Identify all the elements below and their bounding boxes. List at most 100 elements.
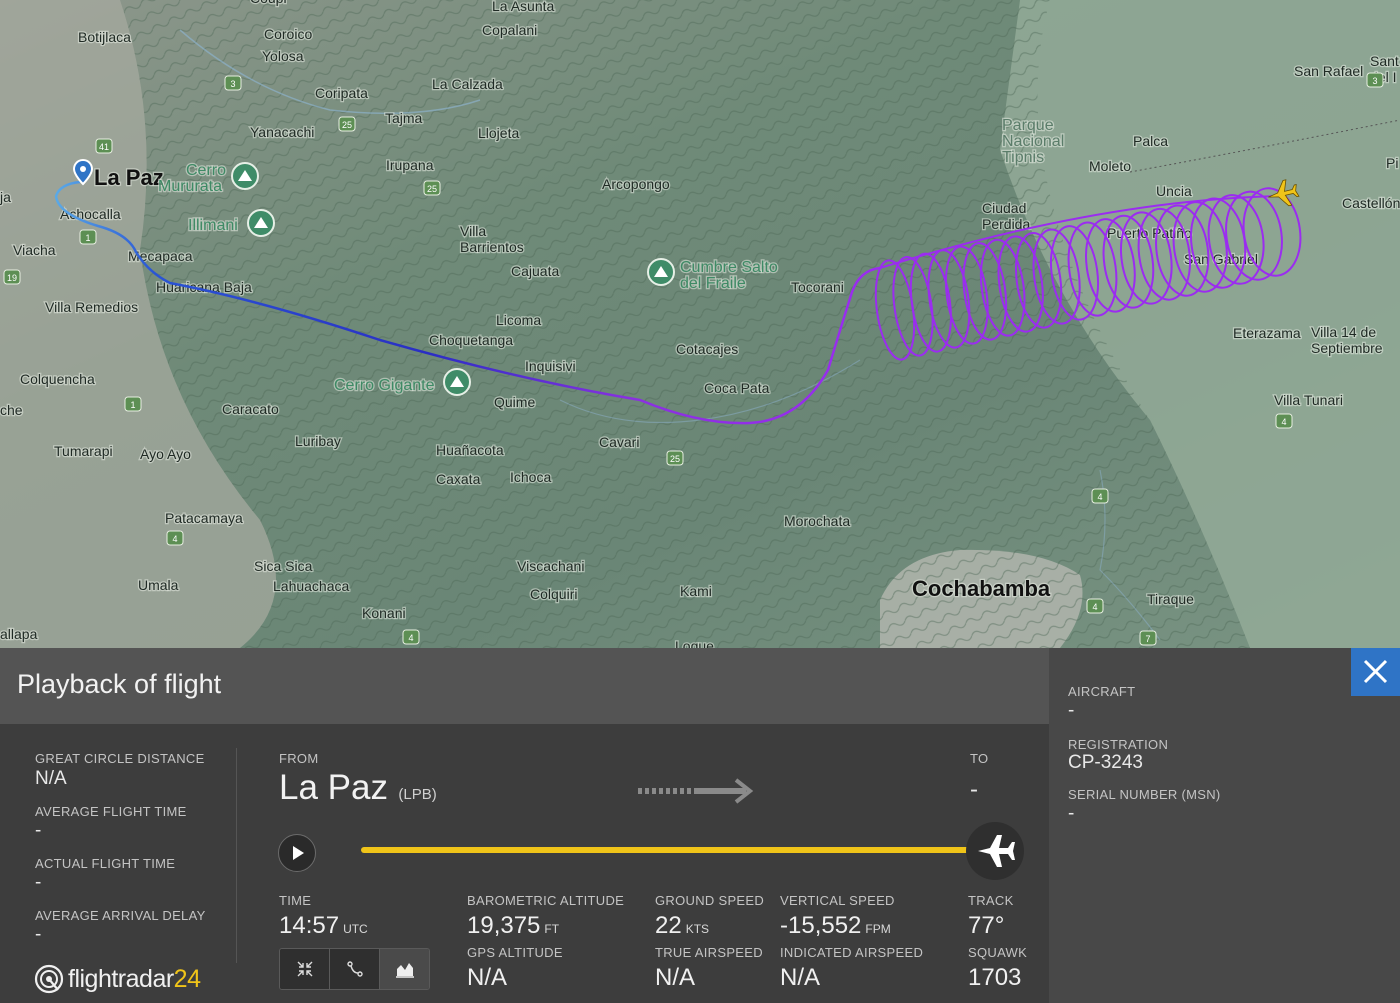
- divider: [236, 748, 237, 963]
- place-label: Tajma: [385, 110, 423, 126]
- altitude-graph-button[interactable]: [380, 949, 429, 989]
- route-view-button[interactable]: [330, 949, 380, 989]
- place-label: Coroico: [264, 26, 312, 42]
- registration-value: CP-3243: [1068, 752, 1143, 773]
- actual-flight-time-value: -: [35, 872, 42, 893]
- place-label: San Rafael: [1294, 63, 1363, 79]
- place-label: La Asunta: [492, 0, 554, 14]
- svg-text:4: 4: [1092, 602, 1097, 612]
- place-label: Tocorani: [791, 279, 844, 295]
- flightradar24-logo[interactable]: flightradar24: [34, 964, 201, 994]
- svg-text:3: 3: [1372, 76, 1377, 86]
- place-label: Arcopongo: [602, 176, 670, 192]
- place-label: Huañacota: [436, 442, 504, 458]
- playback-handle[interactable]: [966, 822, 1024, 880]
- place-label: Castellón: [1342, 195, 1400, 211]
- logo-text: flightradar: [68, 964, 174, 993]
- place-label: Inquisivi: [525, 358, 576, 374]
- place-label: Morochata: [784, 513, 850, 529]
- svg-text:7: 7: [1145, 634, 1150, 644]
- route-arrow-icon: [638, 778, 754, 804]
- panel-header: Playback of flight: [0, 648, 1049, 724]
- time-label: TIME: [279, 893, 312, 908]
- place-label: Villa Tunari: [1274, 392, 1343, 408]
- great-circle-label: GREAT CIRCLE DISTANCE: [35, 751, 205, 766]
- place-label: Huaricana Baja: [156, 279, 252, 295]
- aircraft-value: -: [1068, 700, 1075, 721]
- place-label: Uncia: [1156, 183, 1192, 199]
- place-label: Loque: [675, 638, 714, 648]
- place-label: Colquiri: [530, 586, 577, 602]
- ground-speed-label: GROUND SPEED: [655, 893, 765, 908]
- place-label: Caxata: [436, 471, 481, 487]
- avg-arrival-delay-value: -: [35, 924, 42, 945]
- place-label: Cochabamba: [912, 576, 1051, 601]
- logo-number: 24: [173, 964, 201, 993]
- gps-altitude-value: N/A: [467, 964, 508, 991]
- svg-text:25: 25: [670, 454, 680, 464]
- place-label: Ciudad Perdida: [982, 200, 1030, 232]
- indicated-airspeed-label: INDICATED AIRSPEED: [780, 945, 924, 960]
- graph-icon: [395, 963, 414, 978]
- svg-text:4: 4: [408, 633, 413, 643]
- route-icon: [346, 961, 363, 977]
- place-label: Tumarapi: [54, 443, 113, 459]
- svg-text:25: 25: [427, 184, 437, 194]
- place-label: Quime: [494, 394, 535, 410]
- from-label: FROM: [279, 751, 319, 766]
- place-label: Villa Remedios: [45, 299, 138, 315]
- place-label: Cerro Gigante: [334, 377, 435, 394]
- radar-logo-icon: [34, 964, 64, 994]
- great-circle-value: N/A: [35, 768, 67, 789]
- place-label: Moleto: [1089, 158, 1131, 174]
- close-button[interactable]: [1351, 648, 1400, 696]
- park-marker-icon: [247, 209, 275, 237]
- play-button[interactable]: [278, 834, 316, 872]
- svg-text:19: 19: [7, 273, 17, 283]
- place-label: Kami: [680, 583, 712, 599]
- serial-number-value: -: [1068, 803, 1075, 824]
- compress-view-button[interactable]: [280, 949, 330, 989]
- park-marker-icon: [231, 162, 259, 190]
- playback-progress-bar[interactable]: [361, 847, 1001, 853]
- place-label: Villa 14 de Septiembre: [1311, 324, 1383, 356]
- to-value: -: [970, 776, 978, 803]
- aircraft-info: AIRCRAFT - REGISTRATION CP-3243 SERIAL N…: [1049, 648, 1400, 1003]
- vertical-speed-label: VERTICAL SPEED: [780, 893, 895, 908]
- place-label: Botijlaca: [78, 29, 131, 45]
- view-mode-group: [279, 948, 430, 990]
- svg-text:1: 1: [85, 233, 90, 243]
- squawk-value: 1703: [968, 964, 1022, 991]
- airplane-icon: [978, 835, 1015, 867]
- svg-text:25: 25: [342, 120, 352, 130]
- compress-icon: [297, 961, 312, 977]
- svg-text:1: 1: [130, 400, 135, 410]
- svg-text:4: 4: [172, 534, 177, 544]
- panel-title: Playback of flight: [17, 669, 222, 699]
- place-label: Eterazama: [1233, 325, 1301, 341]
- svg-text:4: 4: [1097, 492, 1102, 502]
- place-label: Llojeta: [478, 125, 519, 141]
- place-label: Coupi: [250, 0, 287, 6]
- gps-altitude-label: GPS ALTITUDE: [467, 945, 563, 960]
- indicated-airspeed-value: N/A: [780, 964, 821, 991]
- avg-arrival-delay-label: AVERAGE ARRIVAL DELAY: [35, 908, 206, 923]
- place-label: Cavari: [599, 434, 639, 450]
- place-label: allapa: [0, 626, 38, 642]
- place-label: ja: [0, 189, 11, 205]
- vertical-speed-value: -15,552 FPM: [780, 912, 891, 939]
- place-label: Coripata: [315, 85, 368, 101]
- squawk-label: SQUAWK: [968, 945, 1028, 960]
- baro-altitude-value: 19,375 FT: [467, 912, 560, 939]
- place-label: Tiraque: [1147, 591, 1194, 607]
- flight-map[interactable]: Botijlaca Coroico Yolosa La Asunta Copalani L…: [0, 0, 1400, 648]
- place-label: Patacamaya: [165, 510, 243, 526]
- place-label: Cajuata: [511, 263, 559, 279]
- place-label: La Calzada: [432, 76, 503, 92]
- svg-text:41: 41: [99, 142, 109, 152]
- place-label: Luribay: [295, 433, 341, 449]
- actual-flight-time-label: ACTUAL FLIGHT TIME: [35, 856, 176, 871]
- place-label: Caracato: [222, 401, 279, 417]
- track-label: TRACK: [968, 893, 1014, 908]
- place-label: La Paz: [94, 165, 164, 190]
